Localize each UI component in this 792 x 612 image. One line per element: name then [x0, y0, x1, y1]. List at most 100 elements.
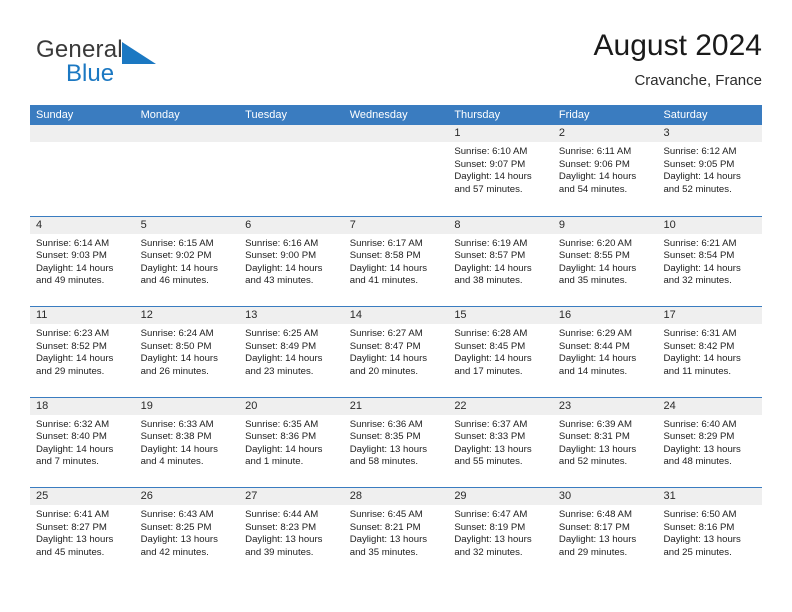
day-number-band: 12	[134, 307, 240, 324]
brand-logo[interactable]: General Blue	[36, 36, 216, 94]
calendar-page: General Blue August 2024 Cravanche, Fran…	[0, 0, 792, 612]
day-number: 15	[454, 309, 467, 321]
day-number-band: 22	[448, 397, 553, 415]
calendar-day-cell[interactable]: 22 Sunrise: 6:37 AM Sunset: 8:33 PM Dayligh…	[448, 397, 553, 487]
calendar-day-cell[interactable]: 14 Sunrise: 6:27 AM Sunset: 8:47 PM Dayligh…	[343, 307, 449, 397]
day-number: 3	[663, 127, 670, 139]
sunrise-text: Sunrise: 6:40 AM	[663, 418, 737, 430]
calendar-day-cell[interactable]: 16 Sunrise: 6:29 AM Sunset: 8:44 PM Dayligh…	[552, 307, 658, 397]
sunset-text: Sunset: 9:06 PM	[558, 158, 630, 170]
calendar-day-cell[interactable]: 27 Sunrise: 6:44 AM Sunset: 8:23 PM Dayligh…	[239, 488, 344, 578]
day-number: 18	[36, 399, 49, 412]
day-number-band	[343, 125, 449, 142]
day-number: 1	[454, 127, 461, 139]
calendar-day-cell[interactable]: 21 Sunrise: 6:36 AM Sunset: 8:35 PM Dayligh…	[343, 397, 449, 487]
calendar-day-cell[interactable]: 29 Sunrise: 6:47 AM Sunset: 8:19 PM Dayligh…	[448, 488, 553, 578]
calendar-day-cell[interactable]: 19 Sunrise: 6:33 AM Sunset: 8:38 PM Dayligh…	[134, 397, 240, 487]
sunrise-text: Sunrise: 6:44 AM	[245, 509, 319, 520]
daylight-text: Daylight: 13 hours and 29 minutes.	[558, 534, 637, 558]
sunrise-text: Sunrise: 6:12 AM	[663, 146, 737, 157]
sunset-text: Sunset: 8:45 PM	[454, 340, 526, 352]
day-details: Sunrise: 6:16 AM Sunset: 9:00 PM Daylight:…	[239, 234, 344, 288]
daylight-text: Daylight: 14 hours and 20 minutes.	[349, 353, 428, 377]
sunrise-text: Sunrise: 6:27 AM	[349, 328, 423, 339]
sunset-text: Sunset: 8:25 PM	[140, 521, 212, 533]
daylight-text: Daylight: 14 hours and 46 minutes.	[140, 262, 218, 287]
calendar-day-cell[interactable]: 28 Sunrise: 6:45 AM Sunset: 8:21 PM Dayligh…	[343, 488, 449, 578]
day-number-band: 10	[657, 216, 763, 234]
day-number-band: 2	[552, 125, 658, 142]
sunset-text: Sunset: 8:55 PM	[558, 250, 630, 262]
calendar-day-cell[interactable]: 8 Sunrise: 6:19 AM Sunset: 8:57 PM Daylight…	[448, 216, 553, 306]
sunrise-text: Sunrise: 6:47 AM	[454, 509, 528, 520]
day-number: 11	[36, 309, 48, 321]
calendar-day-cell[interactable]: 6 Sunrise: 6:16 AM Sunset: 9:00 PM Daylight…	[239, 216, 344, 306]
day-number-band: 20	[239, 397, 344, 415]
day-number-band: 11	[30, 307, 135, 324]
sunset-text: Sunset: 8:19 PM	[454, 521, 526, 533]
calendar-day-cell[interactable]: 7 Sunrise: 6:17 AM Sunset: 8:58 PM Daylight…	[343, 216, 449, 306]
calendar-day-cell[interactable]: 11 Sunrise: 6:23 AM Sunset: 8:52 PM Dayligh…	[30, 307, 135, 397]
daylight-text: Daylight: 14 hours and 29 minutes.	[36, 353, 114, 377]
daylight-text: Daylight: 14 hours and 11 minutes.	[663, 353, 741, 377]
calendar-day-cell[interactable]: 31 Sunrise: 6:50 AM Sunset: 8:16 PM Dayligh…	[657, 488, 763, 578]
day-number-band: 7	[343, 216, 449, 234]
daylight-text: Daylight: 14 hours and 54 minutes.	[558, 171, 637, 195]
day-number-band: 18	[30, 397, 135, 415]
weekday-header-saturday: Saturday	[663, 109, 708, 121]
calendar-day-cell[interactable]: 12 Sunrise: 6:24 AM Sunset: 8:50 PM Dayligh…	[134, 307, 240, 397]
calendar-day-cell[interactable]: 25 Sunrise: 6:41 AM Sunset: 8:27 PM Dayligh…	[30, 488, 135, 578]
day-number: 26	[140, 490, 153, 502]
calendar-day-cell[interactable]: 23 Sunrise: 6:39 AM Sunset: 8:31 PM Dayligh…	[552, 397, 658, 487]
day-number: 10	[663, 218, 676, 231]
sunset-text: Sunset: 8:52 PM	[36, 340, 107, 352]
day-number: 23	[558, 399, 572, 412]
sunrise-text: Sunrise: 6:48 AM	[558, 509, 632, 520]
day-details: Sunrise: 6:27 AM Sunset: 8:47 PM Daylight:…	[344, 324, 449, 378]
calendar-week-row: 18 Sunrise: 6:32 AM Sunset: 8:40 PM Dayligh…	[30, 396, 763, 487]
day-details: Sunrise: 6:48 AM Sunset: 8:17 PM Daylight:…	[553, 505, 658, 559]
day-number: 2	[558, 127, 566, 139]
calendar-day-cell[interactable]: 26 Sunrise: 6:43 AM Sunset: 8:25 PM Dayligh…	[134, 488, 240, 578]
calendar-day-cell[interactable]: 13 Sunrise: 6:25 AM Sunset: 8:49 PM Dayligh…	[239, 307, 344, 397]
calendar-day-cell[interactable]: 24 Sunrise: 6:40 AM Sunset: 8:29 PM Dayligh…	[657, 397, 763, 487]
day-number-band: 8	[448, 216, 553, 234]
day-number: 20	[245, 399, 258, 412]
calendar-day-cell[interactable]: 5 Sunrise: 6:15 AM Sunset: 9:02 PM Daylight…	[134, 216, 240, 306]
day-number: 7	[349, 218, 356, 231]
day-number: 21	[349, 399, 362, 412]
sunset-text: Sunset: 9:03 PM	[36, 250, 107, 262]
sunrise-text: Sunrise: 6:11 AM	[558, 146, 632, 157]
sunrise-text: Sunrise: 6:15 AM	[140, 237, 214, 249]
day-number: 16	[558, 309, 572, 321]
day-number: 25	[36, 490, 49, 502]
calendar-day-cell[interactable]: 9 Sunrise: 6:20 AM Sunset: 8:55 PM Daylight…	[552, 216, 658, 306]
day-number-band: 30	[552, 488, 658, 505]
daylight-text: Daylight: 14 hours and 23 minutes.	[245, 353, 323, 377]
day-details: Sunrise: 6:36 AM Sunset: 8:35 PM Daylight:…	[344, 415, 449, 469]
weekday-header-friday: Friday	[558, 109, 590, 121]
calendar-day-cell[interactable]: 10 Sunrise: 6:21 AM Sunset: 8:54 PM Dayligh…	[657, 216, 763, 306]
day-details: Sunrise: 6:33 AM Sunset: 8:38 PM Daylight:…	[135, 415, 240, 469]
day-number: 31	[663, 490, 676, 502]
day-number-band	[30, 125, 135, 142]
calendar-day-cell[interactable]: 18 Sunrise: 6:32 AM Sunset: 8:40 PM Dayligh…	[30, 397, 135, 487]
daylight-text: Daylight: 14 hours and 52 minutes.	[663, 171, 741, 195]
calendar-day-cell[interactable]: 17 Sunrise: 6:31 AM Sunset: 8:42 PM Dayligh…	[657, 307, 763, 397]
day-number: 19	[140, 399, 153, 412]
daylight-text: Daylight: 13 hours and 42 minutes.	[140, 534, 218, 558]
calendar-day-cell[interactable]: 4 Sunrise: 6:14 AM Sunset: 9:03 PM Daylight…	[30, 216, 135, 306]
calendar-day-cell[interactable]: 3 Sunrise: 6:12 AM Sunset: 9:05 PM Daylight…	[657, 125, 763, 216]
day-number-band: 26	[134, 488, 240, 505]
calendar-day-cell[interactable]: 1 Sunrise: 6:10 AM Sunset: 9:07 PM Daylight…	[448, 125, 553, 216]
calendar-day-cell[interactable]: 30 Sunrise: 6:48 AM Sunset: 8:17 PM Dayligh…	[552, 488, 658, 578]
sunset-text: Sunset: 8:58 PM	[349, 250, 421, 262]
sunset-text: Sunset: 8:57 PM	[454, 250, 526, 262]
day-details: Sunrise: 6:47 AM Sunset: 8:19 PM Daylight:…	[448, 505, 553, 559]
day-number-band: 16	[552, 307, 658, 324]
day-details: Sunrise: 6:17 AM Sunset: 8:58 PM Daylight:…	[344, 234, 449, 288]
calendar-day-cell[interactable]: 15 Sunrise: 6:28 AM Sunset: 8:45 PM Dayligh…	[448, 307, 553, 397]
calendar-day-cell[interactable]: 20 Sunrise: 6:35 AM Sunset: 8:36 PM Dayligh…	[239, 397, 344, 487]
calendar-day-cell[interactable]: 2 Sunrise: 6:11 AM Sunset: 9:06 PM Daylight…	[552, 125, 658, 216]
day-number: 13	[245, 309, 258, 321]
